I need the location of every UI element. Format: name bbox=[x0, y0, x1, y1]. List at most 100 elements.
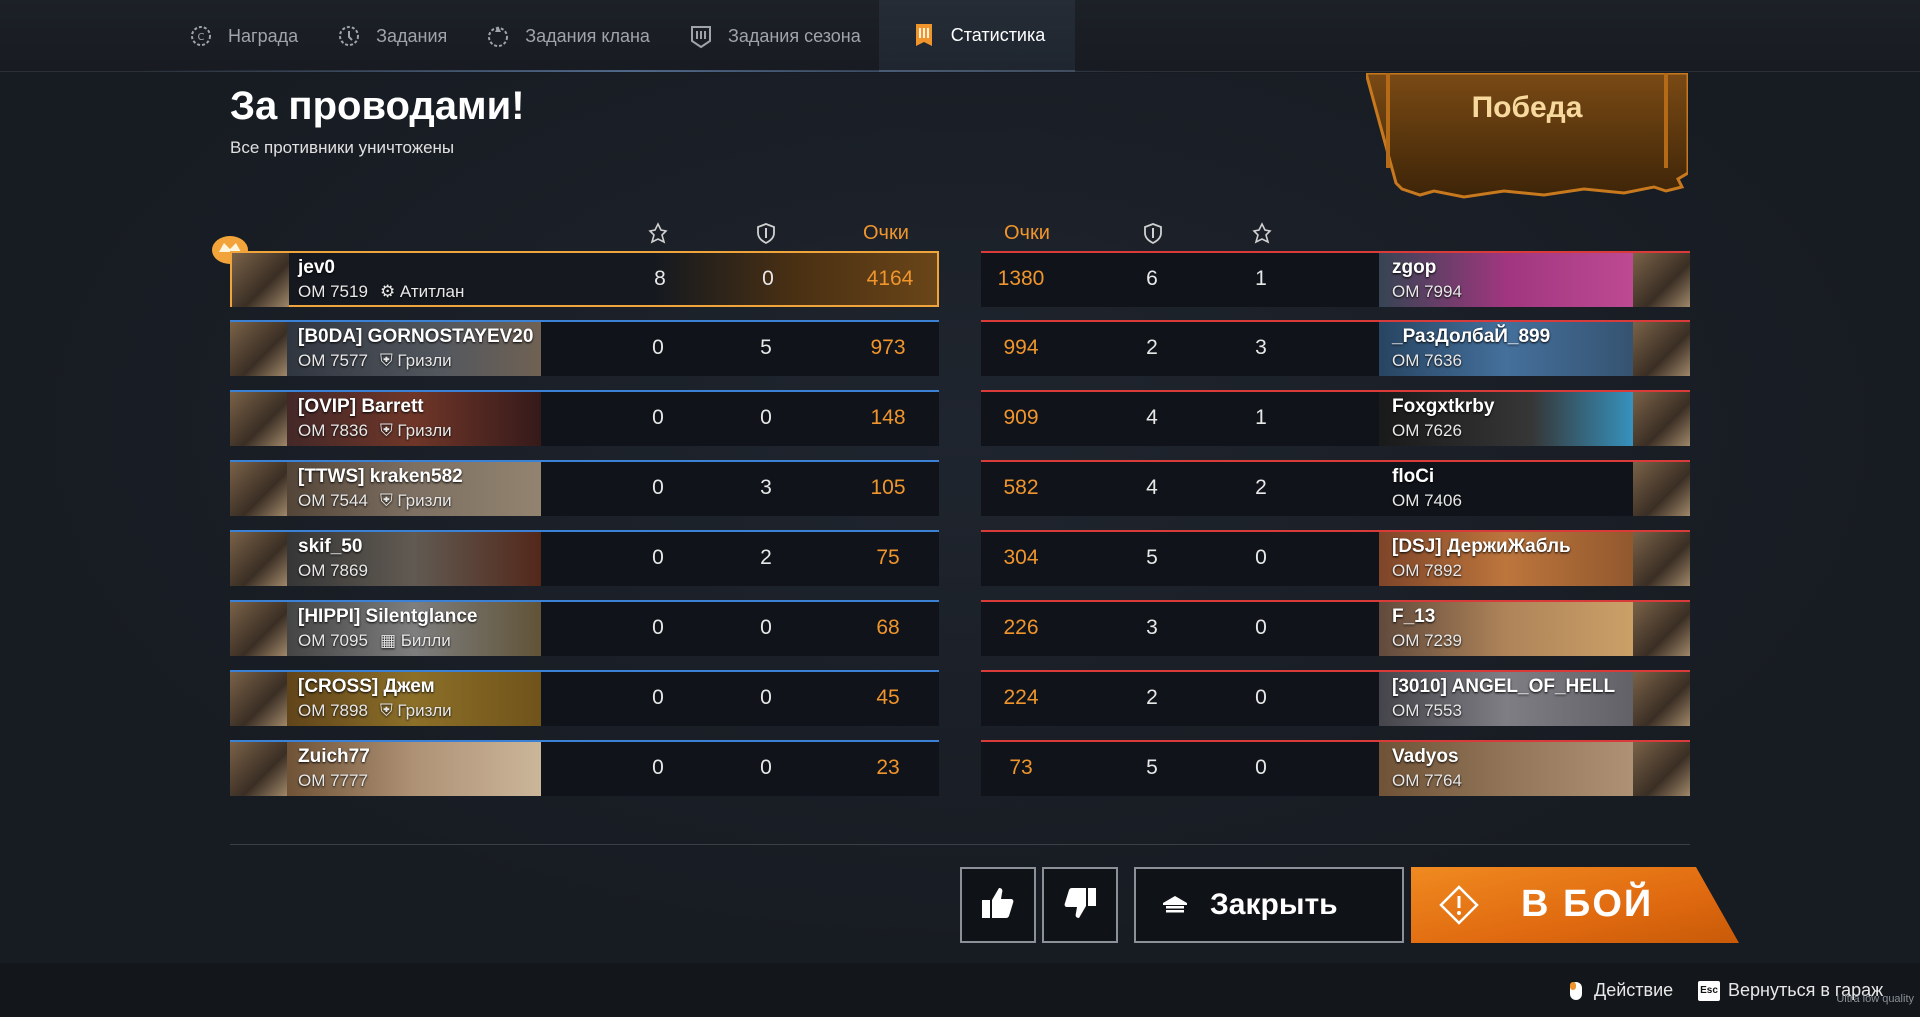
to-battle-button[interactable]: В БОЙ bbox=[1411, 867, 1739, 943]
kills-value: 3 bbox=[1255, 336, 1267, 359]
score-value: 68 bbox=[876, 616, 900, 639]
score-value: 909 bbox=[1003, 406, 1039, 429]
score-value: 994 bbox=[1003, 336, 1039, 359]
tab-clan-tasks[interactable]: Задания клана bbox=[465, 0, 668, 72]
mission-title: За проводами! bbox=[230, 84, 525, 128]
player-name: Foxgxtkrby bbox=[1392, 396, 1495, 417]
score-value: 224 bbox=[1003, 686, 1039, 709]
avatar bbox=[230, 462, 287, 516]
assists-value: 3 bbox=[1146, 616, 1158, 639]
tab-statistics[interactable]: Статистика bbox=[878, 0, 1076, 72]
player-name: Zuich77 bbox=[298, 746, 370, 767]
thumbs-up-icon bbox=[978, 883, 1018, 928]
avatar bbox=[1633, 462, 1690, 516]
assists-value: 2 bbox=[760, 546, 772, 569]
player-name: skif_50 bbox=[298, 536, 363, 557]
kills-icon bbox=[647, 222, 669, 244]
avatar bbox=[1633, 322, 1690, 376]
assists-value: 0 bbox=[760, 616, 772, 639]
statistics-icon bbox=[909, 20, 939, 50]
svg-text:C: C bbox=[198, 32, 205, 43]
tasks-icon bbox=[334, 21, 364, 51]
avatar bbox=[230, 392, 287, 446]
kills-value: 0 bbox=[1255, 546, 1267, 569]
player-om: ОМ 7406 bbox=[1392, 491, 1462, 510]
player-row[interactable]: [OVIP] Barrett ОМ 7836 ⛨ Гризли 0 0 148 bbox=[230, 390, 939, 446]
battle-result: Победа bbox=[1471, 91, 1583, 124]
player-name: [TTWS] kraken582 bbox=[298, 466, 463, 487]
player-row[interactable]: [B0DA] GORNOSTAYEV20 ОМ 7577 ⛨ Гризли 0 5… bbox=[230, 320, 939, 376]
like-button[interactable] bbox=[960, 867, 1036, 943]
tab-reward[interactable]: C Награда bbox=[168, 0, 316, 72]
tab-list: C Награда Задания Задания клана Задания … bbox=[168, 0, 1076, 72]
garage-icon bbox=[1162, 894, 1188, 916]
player-om: ОМ 7519 ⚙ Атитлан bbox=[298, 282, 464, 302]
battle-diamond-icon bbox=[1439, 885, 1479, 930]
victory-banner: Победа bbox=[1364, 71, 1690, 203]
player-row[interactable]: jev0 ОМ 7519 ⚙ Атитлан 8 0 4164 bbox=[230, 251, 939, 307]
player-om: ОМ 7636 bbox=[1392, 351, 1462, 370]
player-row[interactable]: 582 4 2 floCi ОМ 7406 bbox=[981, 460, 1690, 516]
avatar bbox=[230, 532, 287, 586]
om-value: ОМ 7095 bbox=[298, 631, 368, 650]
battle-button-label: В БОЙ bbox=[1521, 883, 1654, 925]
player-row[interactable]: 994 2 3 _РазДолбаЙ_899 ОМ 7636 bbox=[981, 320, 1690, 376]
player-om: ОМ 7764 bbox=[1392, 771, 1462, 790]
thumbs-down-icon bbox=[1060, 883, 1100, 928]
player-name: [DSJ] ДержиЖабль bbox=[1392, 536, 1571, 557]
mouse-icon bbox=[1566, 981, 1586, 1001]
player-om: ОМ 7777 bbox=[298, 771, 368, 790]
clan-shield-icon: ⛨ bbox=[379, 351, 393, 370]
assists-value: 2 bbox=[1146, 336, 1158, 359]
player-row[interactable]: Zuich77 ОМ 7777 0 0 23 bbox=[230, 740, 939, 796]
avatar bbox=[230, 672, 287, 726]
tab-label: Статистика bbox=[950, 24, 1046, 45]
avatar bbox=[232, 253, 289, 307]
player-row[interactable]: 226 3 0 F_13 ОМ 7239 bbox=[981, 600, 1690, 656]
assists-value: 6 bbox=[1146, 267, 1158, 290]
assists-shield-icon bbox=[1142, 222, 1164, 245]
kills-icon bbox=[1251, 222, 1273, 244]
tab-label: Задания bbox=[376, 25, 448, 46]
player-row[interactable]: 304 5 0 [DSJ] ДержиЖабль ОМ 7892 bbox=[981, 530, 1690, 586]
tab-tasks[interactable]: Задания bbox=[316, 0, 465, 72]
divider bbox=[230, 844, 1690, 845]
om-value: ОМ 7836 bbox=[298, 421, 368, 440]
tab-underline bbox=[140, 70, 1120, 72]
assists-value: 0 bbox=[760, 406, 772, 429]
dislike-button[interactable] bbox=[1042, 867, 1118, 943]
player-row[interactable]: [HIPPI] Silentglance ОМ 7095 ▦ Билли 0 0 … bbox=[230, 600, 939, 656]
clan-name: Гризли bbox=[397, 701, 452, 720]
clan-tasks-icon bbox=[483, 21, 513, 51]
clan-shield-icon: ⛨ bbox=[379, 491, 393, 510]
quality-label: Ultra low quality bbox=[1836, 993, 1914, 1005]
player-row[interactable]: [CROSS] Джем ОМ 7898 ⛨ Гризли 0 0 45 bbox=[230, 670, 939, 726]
assists-value: 0 bbox=[760, 686, 772, 709]
player-row[interactable]: skif_50 ОМ 7869 0 2 75 bbox=[230, 530, 939, 586]
close-button[interactable]: Закрыть bbox=[1134, 867, 1404, 943]
score-value: 73 bbox=[1009, 756, 1033, 779]
player-name: _РазДолбаЙ_899 bbox=[1392, 326, 1551, 347]
player-row[interactable]: [TTWS] kraken582 ОМ 7544 ⛨ Гризли 0 3 105 bbox=[230, 460, 939, 516]
player-name: Vadyos bbox=[1392, 746, 1459, 767]
om-value: ОМ 7519 bbox=[298, 282, 368, 301]
player-row[interactable]: 909 4 1 Foxgxtkrby ОМ 7626 bbox=[981, 390, 1690, 446]
top-nav-bar: C Награда Задания Задания клана Задания … bbox=[0, 0, 1920, 72]
tab-season-tasks[interactable]: Задания сезона bbox=[668, 0, 879, 72]
player-row[interactable]: 73 5 0 Vadyos ОМ 7764 bbox=[981, 740, 1690, 796]
player-row[interactable]: 1380 6 1 zgop ОМ 7994 bbox=[981, 251, 1690, 307]
clan-name: Билли bbox=[400, 631, 451, 650]
mission-subtitle: Все противники уничтожены bbox=[230, 138, 455, 157]
avatar bbox=[230, 742, 287, 796]
score-value: 973 bbox=[870, 336, 906, 359]
player-name: zgop bbox=[1392, 257, 1437, 278]
kills-value: 0 bbox=[652, 476, 664, 499]
kills-value: 0 bbox=[652, 336, 664, 359]
clan-shield-icon: ⛨ bbox=[379, 421, 393, 440]
kills-value: 8 bbox=[654, 267, 666, 290]
player-om: ОМ 7544 ⛨ Гризли bbox=[298, 491, 452, 511]
score-value: 4164 bbox=[866, 267, 914, 290]
player-om: ОМ 7994 bbox=[1392, 282, 1462, 301]
action-hint[interactable]: Действие bbox=[1566, 980, 1673, 1001]
player-row[interactable]: 224 2 0 [3010] ANGEL_OF_HELL ОМ 7553 bbox=[981, 670, 1690, 726]
